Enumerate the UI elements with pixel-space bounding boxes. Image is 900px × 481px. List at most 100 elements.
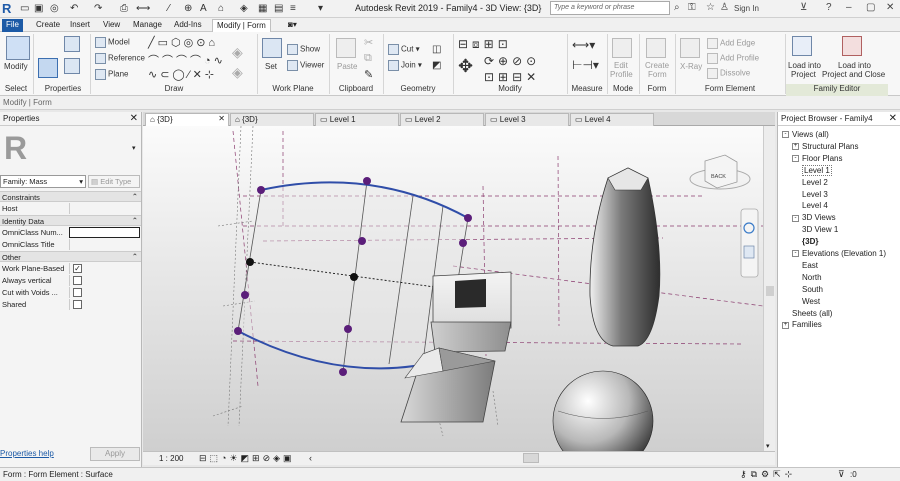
set-work-plane-icon[interactable] [262,38,282,58]
cut-button[interactable]: Cut ▾ [388,44,420,55]
dissolve-button[interactable]: Dissolve [707,68,750,79]
modify-arrow-icon[interactable] [6,36,30,60]
browser-item[interactable]: Sheets (all) [782,309,832,318]
draw-tools-row-1[interactable]: ╱▭⬡◎⊙⌂ [148,36,218,49]
load-into-project-label-2[interactable]: Project [791,70,816,79]
show-work-plane-button[interactable]: Show [287,44,320,55]
browser-item[interactable]: Level 2 [802,178,828,187]
close-icon[interactable]: ✕ [889,113,897,124]
draw-tools-row-2[interactable]: ⌒⌒⌒⌒◔∿ [148,52,226,68]
load-into-project-label-1[interactable]: Load into [788,61,821,70]
navigation-bar[interactable] [740,208,759,278]
load-and-close-label-1[interactable]: Load into [838,61,871,70]
close-tab-icon[interactable]: ✕ [218,114,225,123]
modify-tools-row-3[interactable]: ⊡⊞⊟✕ [484,70,540,84]
edit-type-button[interactable]: ▤ Edit Type [88,175,140,188]
paste-button[interactable]: Paste [337,62,357,71]
aligned-dimension-icon[interactable]: ⊢⊣▾ [572,58,599,72]
extruded-pillar[interactable] [589,167,661,347]
browser-item[interactable]: East [802,261,818,270]
open-icon[interactable]: ▭ [20,3,29,14]
join-button[interactable]: Join ▾ [388,60,422,71]
family-category-icon[interactable] [64,58,80,74]
filter-icon[interactable]: ⊽ [838,469,845,480]
redo-icon[interactable]: ↷ [94,3,102,14]
minimize-icon[interactable]: – [846,2,852,13]
draw-tools-row-3[interactable]: ∿⊂◯⁄✕⊹ [148,68,217,81]
browser-item[interactable]: Level 1 [802,164,832,176]
close-hidden-icon[interactable]: ▤ [274,3,283,14]
modify-button[interactable]: Modify [4,62,28,71]
maximize-icon[interactable]: ▢ [866,2,875,13]
switch-windows-icon[interactable]: ▦ [258,3,267,14]
cart-icon[interactable]: ⊻ [800,2,807,13]
tag-icon[interactable]: ⊕ [184,3,192,14]
scroll-down-icon[interactable]: ▾ [766,442,770,450]
tab-3d[interactable]: ⌂ {3D} [230,113,314,126]
browser-item[interactable]: -3D Views [792,213,836,222]
add-profile-button[interactable]: Add Profile [707,53,759,64]
tab-level-3[interactable]: ▭ Level 3 [485,113,569,126]
apply-button[interactable]: Apply [90,447,140,461]
browser-item[interactable]: West [802,297,820,306]
browser-item[interactable]: - Elevations (Elevation 1) [792,249,886,258]
pick-lines-icon[interactable]: ◈ [232,44,243,61]
constraints-section[interactable]: Constraints ⌃ [0,191,141,202]
scroll-left-icon[interactable]: ‹ [309,453,312,463]
create-form-label-2[interactable]: Form [648,70,667,79]
print-icon[interactable]: ⎙ [120,3,128,14]
tab-file[interactable]: File [2,19,23,32]
identity-data-section[interactable]: Identity Data ⌃ [0,215,141,226]
browser-item[interactable]: - Views (all) [782,130,829,139]
browser-item[interactable]: South [802,285,823,294]
shared-checkbox[interactable] [73,300,82,309]
sync-icon[interactable]: ◎ [50,3,59,14]
load-and-close-label-2[interactable]: Project and Close [822,70,885,79]
section-icon[interactable]: ◈ [240,3,248,14]
text-icon[interactable]: A [200,3,207,14]
collapse-icon[interactable]: - [792,155,799,163]
select-panel-label[interactable]: Select [0,84,32,96]
viewer-button[interactable]: Viewer [287,60,324,71]
help-icon[interactable]: ? [826,2,832,13]
3d-view-icon[interactable]: ⌂ [218,3,224,14]
browser-item[interactable]: North [802,273,822,282]
model-line-button[interactable]: Model [95,37,130,48]
collapse-icon[interactable]: - [792,250,799,258]
xray-icon[interactable] [680,38,700,58]
move-icon[interactable]: ✥ [458,56,473,77]
edit-profile-label-1[interactable]: Edit [614,61,628,70]
tab-create[interactable]: Create [32,19,64,32]
browser-item[interactable]: {3D} [802,237,818,246]
xray-button[interactable]: X-Ray [680,62,702,71]
subscription-icon[interactable]: ⚿ [688,2,696,13]
pick-faces-icon[interactable]: ◈ [232,64,243,81]
tab-3d-active[interactable]: ⌂ {3D} ✕ [145,113,229,126]
undo-icon[interactable]: ↶ [70,3,78,14]
expand-icon[interactable]: + [782,321,789,329]
search-icon[interactable]: ⌕ [674,2,680,13]
edit-profile-label-2[interactable]: Profile [610,70,633,79]
browser-item[interactable]: 3D View 1 [802,225,838,234]
close-icon[interactable]: ✕ [886,2,894,13]
scrollbar-thumb[interactable] [766,286,774,296]
horizontal-scroll-thumb[interactable] [523,453,539,463]
paint-icon[interactable]: ◩ [432,60,441,71]
add-edge-button[interactable]: Add Edge [707,38,755,49]
customize-qat-icon[interactable]: ▾ [318,3,323,14]
browser-item[interactable]: - Floor Plans [792,154,842,163]
measure-icon[interactable]: ⟷ [136,3,150,14]
status-icons[interactable]: ⚷⧉⚙⇱⊹ [740,469,796,480]
family-types-icon[interactable] [64,36,80,52]
split-face-icon[interactable]: ◫ [432,44,441,55]
view-scale[interactable]: 1 : 200 [159,454,183,463]
tab-insert[interactable]: Insert [66,19,94,32]
3d-scene[interactable]: BACK [143,126,763,451]
cut-with-voids-checkbox[interactable] [73,288,82,297]
measure-tool-icon[interactable]: ⟷▾ [572,38,595,52]
load-into-project-icon[interactable] [792,36,812,56]
create-form-label-1[interactable]: Create [645,61,669,70]
always-vertical-checkbox[interactable] [73,276,82,285]
copy-icon[interactable]: ⧉ [364,52,372,65]
plane-button[interactable]: Plane [95,69,128,80]
